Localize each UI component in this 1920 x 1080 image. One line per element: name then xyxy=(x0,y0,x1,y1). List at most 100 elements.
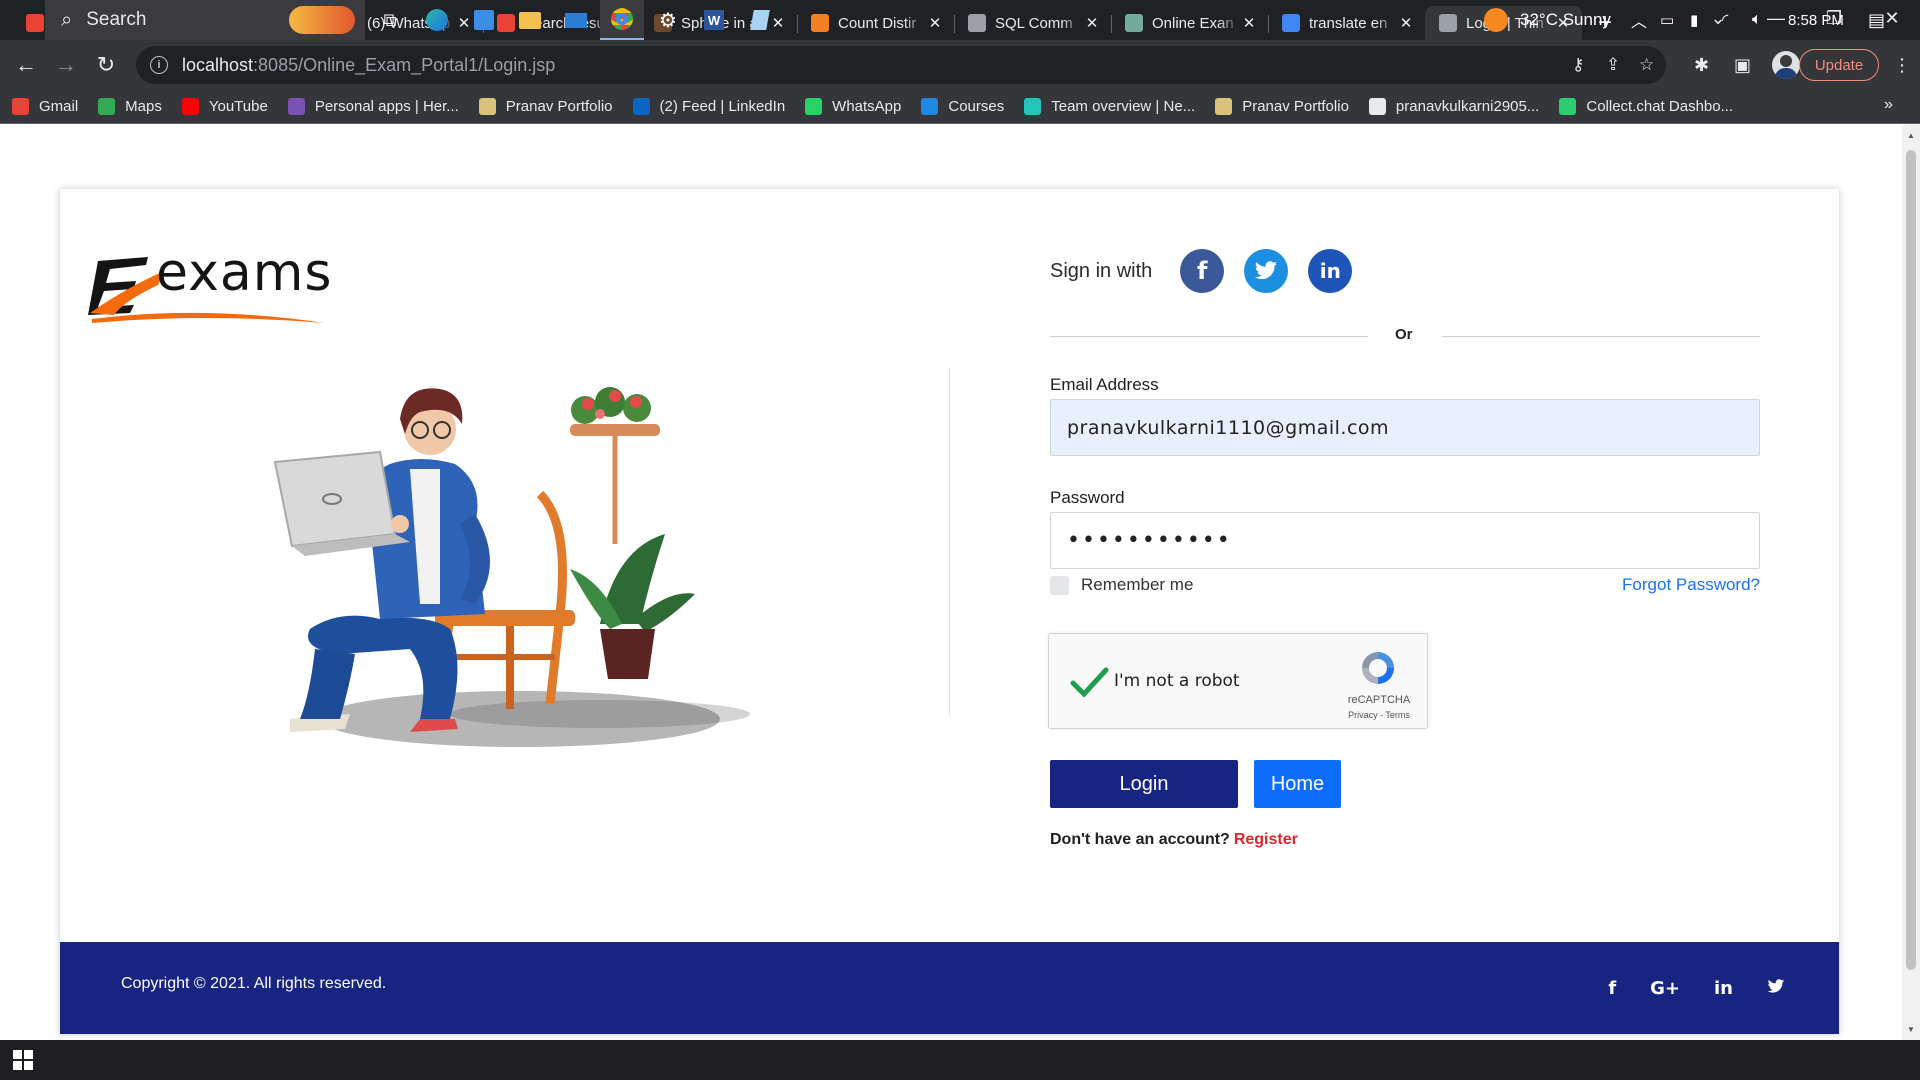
battery-icon[interactable]: ▮ xyxy=(1690,0,1698,40)
bookmark-item[interactable]: YouTube xyxy=(181,98,268,115)
volume-icon[interactable]: 🔈︎ xyxy=(1752,0,1762,40)
more-bookmarks-icon[interactable]: » xyxy=(1884,96,1893,114)
globe-icon xyxy=(968,14,986,32)
clock-time[interactable]: 8:58 PM xyxy=(1788,0,1844,40)
tab-title: translate en xyxy=(1309,14,1388,32)
bookmark-label: WhatsApp xyxy=(832,98,902,115)
facebook-icon[interactable]: f xyxy=(1180,249,1225,293)
edge-icon[interactable] xyxy=(415,0,459,40)
recaptcha-label: I'm not a robot xyxy=(1114,671,1240,691)
tab-close-icon[interactable]: ✕ xyxy=(1240,14,1258,32)
register-link[interactable]: Register xyxy=(1234,831,1298,848)
tab-close-icon[interactable]: ✕ xyxy=(1083,14,1101,32)
bookmark-label: Team overview | Ne... xyxy=(1051,98,1196,115)
back-arrow-icon[interactable]: ← xyxy=(6,45,46,85)
bookmarks-bar: Gmail Maps YouTube Personal apps | Her... Pr… xyxy=(0,90,1920,124)
wifi-icon[interactable]: ◜ xyxy=(1722,0,1728,40)
taskbar-search-box[interactable]: ⌕ Search xyxy=(45,0,365,40)
sun-icon xyxy=(1484,8,1508,32)
site-info-icon[interactable]: i xyxy=(150,56,168,74)
tray-chevron-icon[interactable]: ︿ xyxy=(1631,0,1647,40)
address-bar[interactable]: i localhost:8085/Online_Exam_Portal1/Log… xyxy=(136,46,1666,84)
facebook-icon[interactable]: f xyxy=(1608,978,1616,999)
bookmark-item[interactable]: Pranav Portfolio xyxy=(1215,98,1349,115)
email-input[interactable]: pranavkulkarni1110@gmail.com xyxy=(1050,399,1760,456)
bookmark-item[interactable]: WhatsApp xyxy=(805,98,901,115)
remember-me-row[interactable]: Remember me xyxy=(1050,575,1193,595)
linkedin-icon[interactable]: in xyxy=(1308,249,1353,293)
share-icon[interactable]: ⇪ xyxy=(1606,55,1620,75)
twitter-icon[interactable] xyxy=(1244,249,1289,293)
store-icon[interactable] xyxy=(462,0,506,40)
browser-tab[interactable]: Online Exan ✕ xyxy=(1111,6,1268,40)
forgot-password-link[interactable]: Forgot Password? xyxy=(1622,575,1760,595)
bookmark-item[interactable]: Team overview | Ne... xyxy=(1024,98,1195,115)
twitter-icon[interactable] xyxy=(1767,978,1785,999)
mail-icon[interactable] xyxy=(554,0,598,40)
settings-gear-icon[interactable]: ⚙ xyxy=(646,0,690,40)
weather-widget[interactable]: 32°C Sunny xyxy=(1484,0,1611,40)
netlify-icon xyxy=(1024,98,1042,115)
login-button[interactable]: Login xyxy=(1050,760,1238,808)
bookmark-item[interactable]: Personal apps | Her... xyxy=(287,98,459,115)
scrollbar-thumb[interactable] xyxy=(1906,150,1916,970)
signin-with-label: Sign in with xyxy=(1050,259,1153,282)
bookmark-item[interactable]: Pranav Portfolio xyxy=(478,98,613,115)
stackoverflow-icon xyxy=(811,14,829,32)
tab-close-icon[interactable]: ✕ xyxy=(926,14,944,32)
bookmark-label: Personal apps | Her... xyxy=(314,98,459,115)
reload-icon[interactable]: ↻ xyxy=(86,45,126,85)
checkmark-icon[interactable] xyxy=(1069,662,1109,702)
google-plus-icon[interactable]: G+ xyxy=(1650,978,1680,999)
password-input[interactable]: ••••••••••• xyxy=(1050,512,1760,569)
recaptcha-logo-icon xyxy=(1362,652,1394,684)
or-label: Or xyxy=(1395,326,1413,343)
browser-tab[interactable]: SQL Comm ✕ xyxy=(954,6,1111,40)
scroll-up-icon[interactable]: ▲ xyxy=(1906,131,1916,140)
whatsapp-icon xyxy=(805,98,823,115)
bookmark-star-icon[interactable]: ☆ xyxy=(1639,55,1654,75)
word-icon[interactable]: W xyxy=(692,0,736,40)
windows-start-icon[interactable] xyxy=(0,1040,45,1080)
file-explorer-icon[interactable] xyxy=(508,0,552,40)
meet-icon[interactable]: ▭ xyxy=(1660,0,1674,40)
page-scrollbar[interactable]: ▲ ▼ xyxy=(1902,125,1920,1040)
bookmark-item[interactable]: Courses xyxy=(921,98,1004,115)
bookmark-item[interactable]: Maps xyxy=(98,98,162,115)
notepad-icon[interactable] xyxy=(738,0,782,40)
social-signin-row: Sign in with f in xyxy=(1050,249,1372,293)
taskbar-search-label: Search xyxy=(86,9,147,30)
tab-close-icon[interactable]: ✕ xyxy=(1397,14,1415,32)
extensions-icon[interactable]: ✱ xyxy=(1694,55,1709,76)
tab-search-icon[interactable]: ⌄ xyxy=(1690,0,1746,36)
recaptcha-privacy-terms[interactable]: Privacy - Terms xyxy=(1329,710,1429,720)
linkedin-icon[interactable]: in xyxy=(1714,978,1733,999)
home-button[interactable]: Home xyxy=(1254,760,1341,808)
portfolio-icon xyxy=(478,98,496,115)
bookmark-item[interactable]: Gmail xyxy=(12,98,78,115)
bookmark-item[interactable]: (2) Feed | LinkedIn xyxy=(632,98,785,115)
browser-tab[interactable]: Count Distir ✕ xyxy=(797,6,954,40)
side-panel-icon[interactable]: ▣ xyxy=(1734,55,1751,76)
notifications-icon[interactable]: ▤ xyxy=(1868,0,1885,40)
menu-kebab-icon[interactable]: ⋮ xyxy=(1893,55,1911,76)
login-card: exams Sign in with f in Or Email Address… xyxy=(60,189,1839,1034)
globe-icon xyxy=(1439,14,1457,32)
bookmark-label: Pranav Portfolio xyxy=(505,98,613,115)
remember-me-checkbox[interactable] xyxy=(1050,575,1069,595)
profile-avatar[interactable] xyxy=(1772,51,1800,79)
heroku-icon xyxy=(287,98,305,115)
browser-tab[interactable]: translate en ✕ xyxy=(1268,6,1425,40)
forward-arrow-icon[interactable]: → xyxy=(46,45,86,85)
key-icon[interactable]: ⚷ xyxy=(1572,55,1584,75)
scroll-down-icon[interactable]: ▼ xyxy=(1906,1025,1916,1034)
bookmark-item[interactable]: pranavkulkarni2905... xyxy=(1368,98,1539,115)
bookmark-item[interactable]: Collect.chat Dashbo... xyxy=(1559,98,1733,115)
task-view-icon[interactable]: ⧉ xyxy=(368,0,412,40)
chatgpt-icon xyxy=(1125,14,1143,32)
copyright-text: Copyright © 2021. All rights reserved. xyxy=(121,975,387,992)
update-button[interactable]: Update xyxy=(1799,49,1879,81)
eexams-logo[interactable]: exams xyxy=(88,243,331,327)
chrome-icon[interactable] xyxy=(600,0,644,40)
register-row: Don't have an account? Register xyxy=(1050,831,1298,849)
